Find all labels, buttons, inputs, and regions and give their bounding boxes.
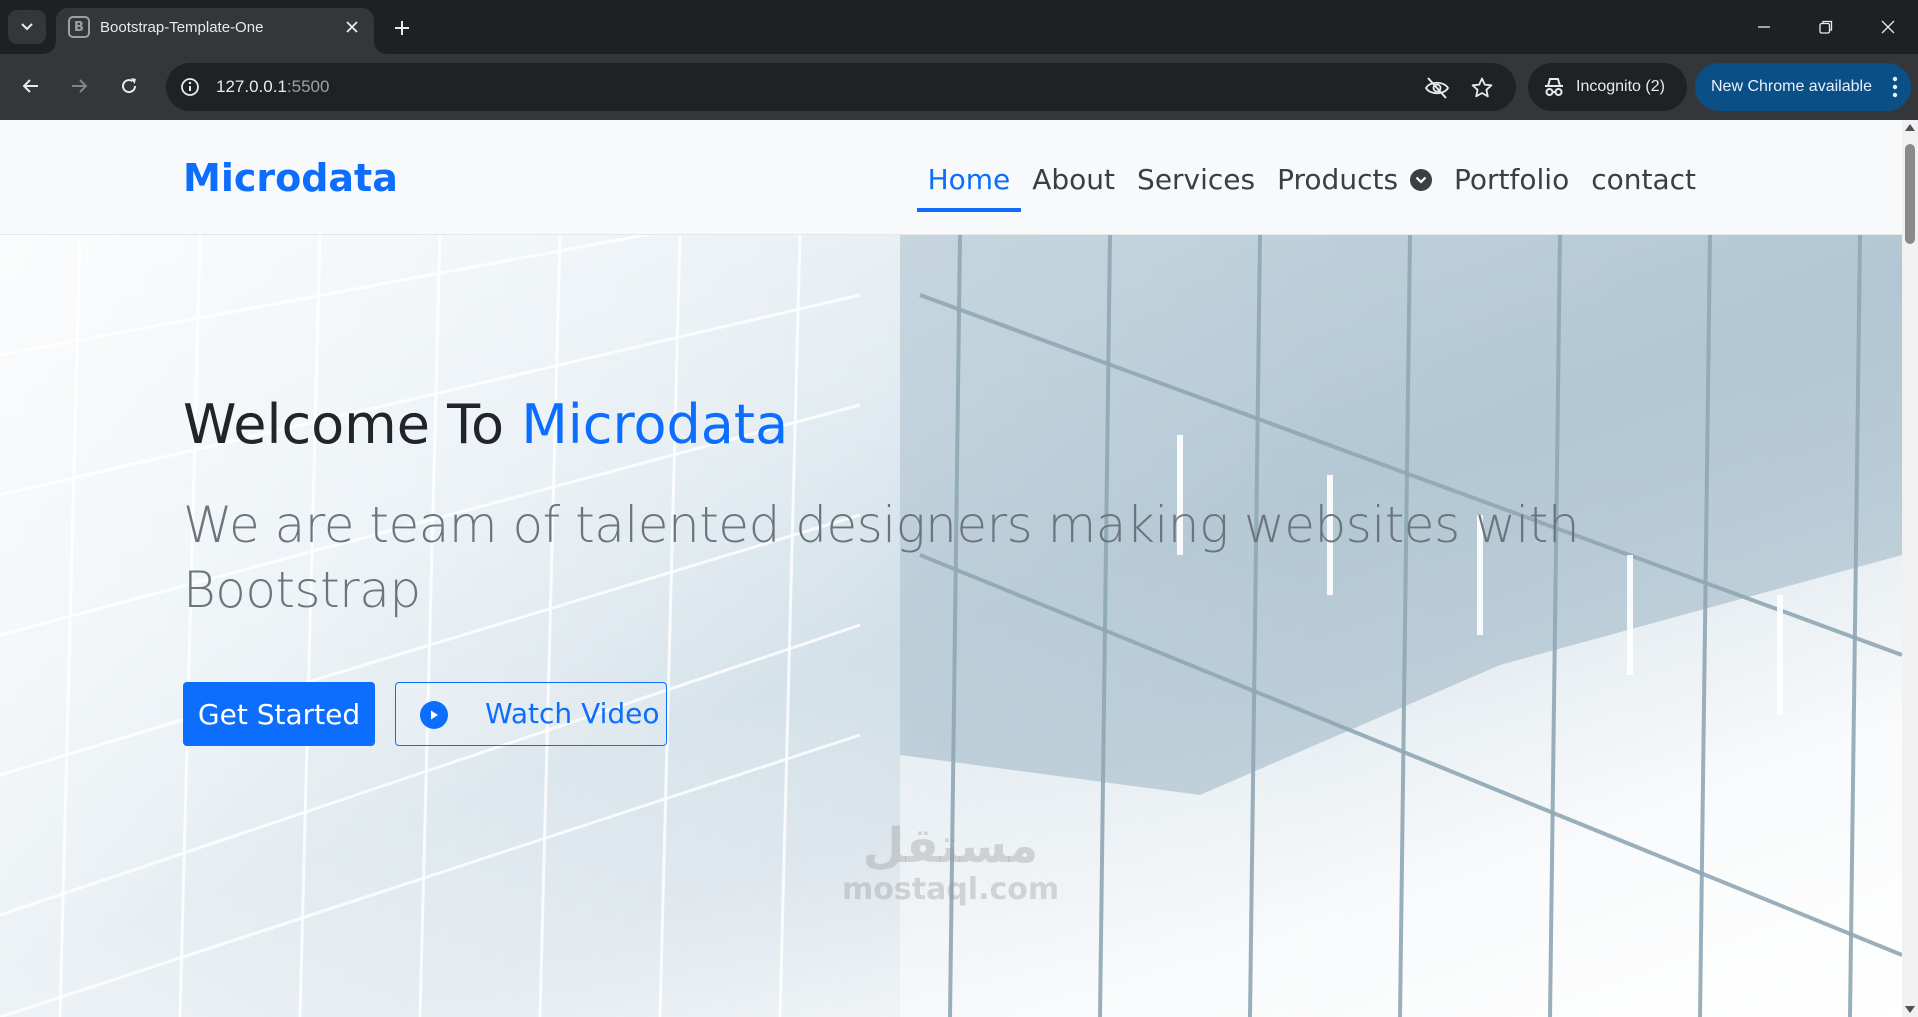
minimize-icon xyxy=(1758,26,1770,28)
browser-toolbar: 127.0.0.1:5500 Incognito (2) New Chrome … xyxy=(0,54,1918,120)
reload-button[interactable] xyxy=(114,71,144,101)
url-text: 127.0.0.1:5500 xyxy=(216,77,329,97)
url-host: 127.0.0.1 xyxy=(216,77,287,96)
hero-title-accent: Microdata xyxy=(521,393,789,456)
browser-tab[interactable]: B Bootstrap-Template-One xyxy=(44,8,386,54)
tab-search-icon xyxy=(21,23,33,31)
scroll-up-arrow[interactable] xyxy=(1905,124,1915,131)
tracking-protection-button[interactable] xyxy=(1424,75,1450,101)
reload-icon xyxy=(122,78,137,94)
address-bar[interactable]: 127.0.0.1:5500 xyxy=(166,63,1516,111)
nav-about[interactable]: About xyxy=(1021,156,1126,204)
incognito-icon xyxy=(1545,78,1563,96)
window-close-icon xyxy=(1881,20,1895,34)
watch-video-label: Watch Video xyxy=(485,697,660,730)
bookmark-button[interactable] xyxy=(1469,75,1495,101)
page-viewport: Microdata Home About Services Products P… xyxy=(0,120,1918,1017)
minimize-button[interactable] xyxy=(1742,10,1786,44)
tab-close-button[interactable] xyxy=(342,17,362,37)
site-info-icon xyxy=(181,78,199,96)
nav-products-label: Products xyxy=(1277,163,1399,196)
web-page: Microdata Home About Services Products P… xyxy=(0,120,1902,1017)
url-port: :5500 xyxy=(286,77,330,96)
scroll-thumb[interactable] xyxy=(1905,144,1915,244)
hero-title-prefix: Welcome To xyxy=(183,393,522,456)
incognito-indicator[interactable]: Incognito (2) xyxy=(1528,63,1687,111)
nav-portfolio[interactable]: Portfolio xyxy=(1443,156,1580,204)
update-label: New Chrome available xyxy=(1711,78,1872,95)
close-icon xyxy=(346,21,358,33)
watermark-logo: مستقل mostaql.com xyxy=(842,820,1059,906)
tab-search-button[interactable] xyxy=(8,10,46,44)
tab-strip: B Bootstrap-Template-One xyxy=(0,0,1918,54)
site-navbar: Microdata Home About Services Products P… xyxy=(0,120,1902,235)
nav-contact[interactable]: contact xyxy=(1580,156,1707,204)
favicon-icon: B xyxy=(68,16,90,38)
restore-button[interactable] xyxy=(1804,10,1848,44)
hero-section: Welcome To Microdata We are team of tale… xyxy=(0,235,1902,1017)
restore-icon xyxy=(1819,20,1833,34)
get-started-button[interactable]: Get Started xyxy=(183,682,375,746)
window-close-button[interactable] xyxy=(1866,10,1910,44)
hero-title: Welcome To Microdata xyxy=(183,393,788,456)
watermark-latin: mostaql.com xyxy=(842,871,1060,907)
back-button[interactable] xyxy=(16,71,46,101)
main-nav: Home About Services Products Portfolio c… xyxy=(916,156,1707,212)
site-info-button[interactable] xyxy=(178,75,202,99)
nav-services[interactable]: Services xyxy=(1126,156,1266,204)
nav-products[interactable]: Products xyxy=(1266,156,1443,204)
tab-title: Bootstrap-Template-One xyxy=(100,19,264,36)
watermark-arabic: مستقل xyxy=(862,818,1039,874)
scroll-down-arrow[interactable] xyxy=(1905,1006,1915,1013)
play-icon xyxy=(420,701,448,729)
hero-subtitle: We are team of talented designers making… xyxy=(183,496,1580,619)
incognito-label: Incognito (2) xyxy=(1576,78,1665,95)
back-arrow-icon xyxy=(22,79,38,93)
new-tab-button[interactable] xyxy=(388,14,416,42)
eye-off-icon xyxy=(1424,77,1450,99)
site-brand[interactable]: Microdata xyxy=(183,156,398,200)
star-icon xyxy=(1471,77,1493,98)
update-chrome-button[interactable]: New Chrome available xyxy=(1695,63,1911,111)
chevron-down-icon xyxy=(1410,169,1433,191)
plus-icon xyxy=(395,21,409,35)
forward-arrow-icon xyxy=(72,79,88,93)
nav-home[interactable]: Home xyxy=(916,156,1022,212)
kebab-menu-icon[interactable] xyxy=(1891,75,1899,99)
forward-button[interactable] xyxy=(64,71,94,101)
watch-video-button[interactable]: Watch Video xyxy=(395,682,667,746)
page-scrollbar[interactable] xyxy=(1902,120,1918,1017)
